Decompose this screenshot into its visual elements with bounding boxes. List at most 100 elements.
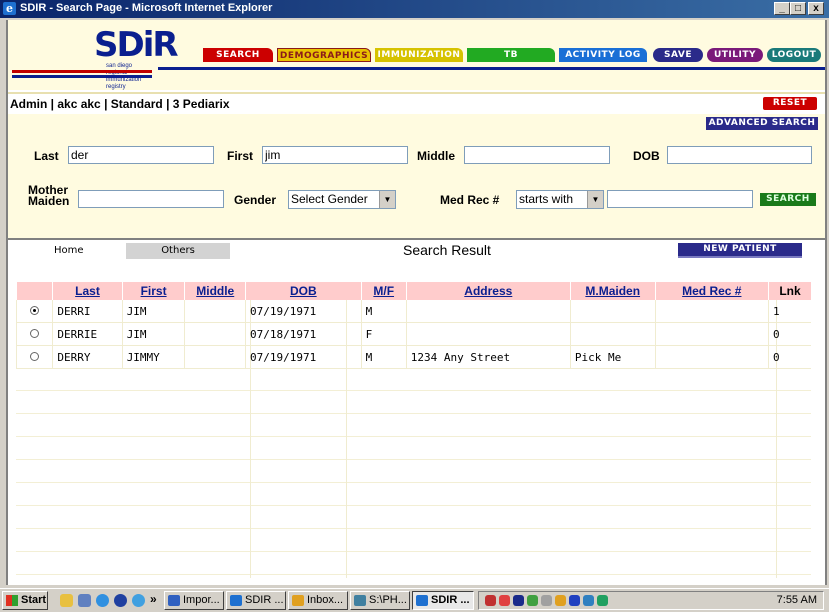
medrec-input[interactable] xyxy=(607,190,753,208)
row-radio[interactable] xyxy=(30,328,40,338)
last-label: Last xyxy=(34,149,59,163)
nav-utility[interactable]: UTILITY xyxy=(707,48,763,62)
nav-tb[interactable]: TB xyxy=(467,48,555,62)
maximize-button[interactable]: □ xyxy=(790,2,806,15)
search-result-title: Search Result xyxy=(403,242,491,258)
table-row[interactable]: DERRIE JIM 07/18/1971 F 0 xyxy=(15,322,811,346)
reset-button[interactable]: RESET xyxy=(763,97,817,110)
dob-label: DOB xyxy=(633,149,660,163)
cell-sex: M xyxy=(360,300,407,323)
column-header-address[interactable]: Address xyxy=(405,282,571,300)
system-tray: 7:55 AM xyxy=(478,591,824,610)
ie-icon xyxy=(230,595,242,606)
column-header-sex[interactable]: M/F xyxy=(360,282,407,300)
cell-maiden: Pick Me xyxy=(569,345,656,369)
row-radio[interactable] xyxy=(30,351,40,361)
cell-first: JIM xyxy=(121,300,185,323)
quick-launch-icon[interactable] xyxy=(60,594,73,607)
tray-icon[interactable] xyxy=(555,595,566,606)
tray-icon[interactable] xyxy=(499,595,510,606)
quick-launch-icon[interactable] xyxy=(132,594,145,607)
row-select-cell[interactable] xyxy=(15,345,53,369)
tray-icon[interactable] xyxy=(583,595,594,606)
search-form: ADVANCED SEARCH Last First Middle DOB Mo… xyxy=(8,114,825,238)
nav-demographics[interactable]: DEMOGRAPHICS xyxy=(277,48,371,62)
nav-logout[interactable]: LOGOUT xyxy=(767,48,821,62)
cell-middle xyxy=(184,300,246,323)
start-button[interactable]: Start xyxy=(2,591,48,610)
medrec-label: Med Rec # xyxy=(440,193,500,207)
medrec-mode-select[interactable]: starts with ▼ xyxy=(516,190,604,209)
start-label: Start xyxy=(21,594,47,606)
tray-icon[interactable] xyxy=(527,595,538,606)
form-divider xyxy=(8,238,825,240)
nav-search[interactable]: SEARCH xyxy=(203,48,273,62)
language-icon[interactable] xyxy=(569,595,580,606)
cell-first: JIM xyxy=(121,322,185,346)
taskbar-item[interactable]: SDIR ... xyxy=(226,591,286,610)
ie-quicklaunch-icon[interactable] xyxy=(96,594,109,607)
taskbar-item-label: SDIR ... xyxy=(245,594,284,606)
first-name-input[interactable] xyxy=(262,146,408,164)
results-table: Last First Middle DOB M/F Address M.Maid… xyxy=(15,282,811,369)
table-body: DERRI JIM 07/19/1971 M 1 DERRIE JIM 07/1… xyxy=(15,300,811,369)
taskbar-item-label: Inbox... xyxy=(307,594,344,606)
gender-label: Gender xyxy=(234,193,277,207)
cell-address: 1234 Any Street xyxy=(405,345,571,369)
mother-maiden-input[interactable] xyxy=(78,190,224,208)
cell-address xyxy=(405,300,571,323)
nav-activity-log[interactable]: ACTIVITY LOG xyxy=(559,48,647,62)
tab-home[interactable]: Home xyxy=(22,243,126,259)
cell-address xyxy=(405,322,571,346)
row-select-cell[interactable] xyxy=(15,322,53,346)
windows-logo-icon xyxy=(6,595,18,606)
taskbar-item[interactable]: Impor... xyxy=(164,591,224,610)
taskbar-item[interactable]: S:\PH... xyxy=(350,591,410,610)
taskbar-item[interactable]: Inbox... xyxy=(288,591,348,610)
gender-select[interactable]: Select Gender ▼ xyxy=(288,190,396,209)
header-rule-right xyxy=(158,67,825,70)
quick-launch-icon[interactable] xyxy=(114,594,127,607)
cell-medrec xyxy=(654,322,769,346)
taskbar-item-active[interactable]: SDIR ... xyxy=(412,591,474,610)
cell-middle xyxy=(184,345,246,369)
table-header-row: Last First Middle DOB M/F Address M.Maid… xyxy=(15,282,811,300)
last-name-input[interactable] xyxy=(68,146,214,164)
table-row[interactable]: DERRY JIMMY 07/19/1971 M 1234 Any Street… xyxy=(15,345,811,369)
new-patient-button[interactable]: NEW PATIENT xyxy=(678,243,802,258)
quick-launch-icon[interactable] xyxy=(78,594,91,607)
column-header-last[interactable]: Last xyxy=(52,282,123,300)
tray-icon[interactable] xyxy=(513,595,524,606)
result-tabs-bar: Home Others Search Result NEW PATIENT xyxy=(8,241,825,263)
minimize-button[interactable]: _ xyxy=(774,2,790,15)
row-radio[interactable] xyxy=(30,305,40,315)
dob-input[interactable] xyxy=(667,146,812,164)
nav-immunization[interactable]: IMMUNIZATION xyxy=(375,48,463,62)
header-rule-blue xyxy=(12,75,152,78)
advanced-search-button[interactable]: ADVANCED SEARCH xyxy=(706,117,818,130)
ie-icon: e xyxy=(3,2,16,15)
middle-name-input[interactable] xyxy=(464,146,610,164)
tray-icon[interactable] xyxy=(541,595,552,606)
clock[interactable]: 7:55 AM xyxy=(777,594,817,606)
column-header-first[interactable]: First xyxy=(121,282,185,300)
tray-icon[interactable] xyxy=(485,595,496,606)
quick-launch-more[interactable]: » xyxy=(150,592,157,606)
close-button[interactable]: x xyxy=(808,2,824,15)
first-label: First xyxy=(227,149,254,163)
table-row[interactable]: DERRI JIM 07/19/1971 M 1 xyxy=(15,300,811,323)
cell-lnk: 1 xyxy=(768,300,811,323)
column-header-medrec[interactable]: Med Rec # xyxy=(654,282,769,300)
nav-save[interactable]: SAVE xyxy=(653,48,703,62)
column-header-dob[interactable]: DOB xyxy=(245,282,362,300)
column-header-middle[interactable]: Middle xyxy=(184,282,246,300)
sdir-logo[interactable]: SDiR san diego regional immunization reg… xyxy=(86,25,179,90)
tray-icon[interactable] xyxy=(597,595,608,606)
row-select-cell[interactable] xyxy=(15,300,53,323)
cell-maiden xyxy=(569,322,656,346)
search-button[interactable]: SEARCH xyxy=(760,193,816,206)
cell-sex: M xyxy=(360,345,407,369)
tab-others[interactable]: Others xyxy=(126,243,230,259)
column-header-maiden[interactable]: M.Maiden xyxy=(569,282,656,300)
cell-middle xyxy=(184,322,246,346)
